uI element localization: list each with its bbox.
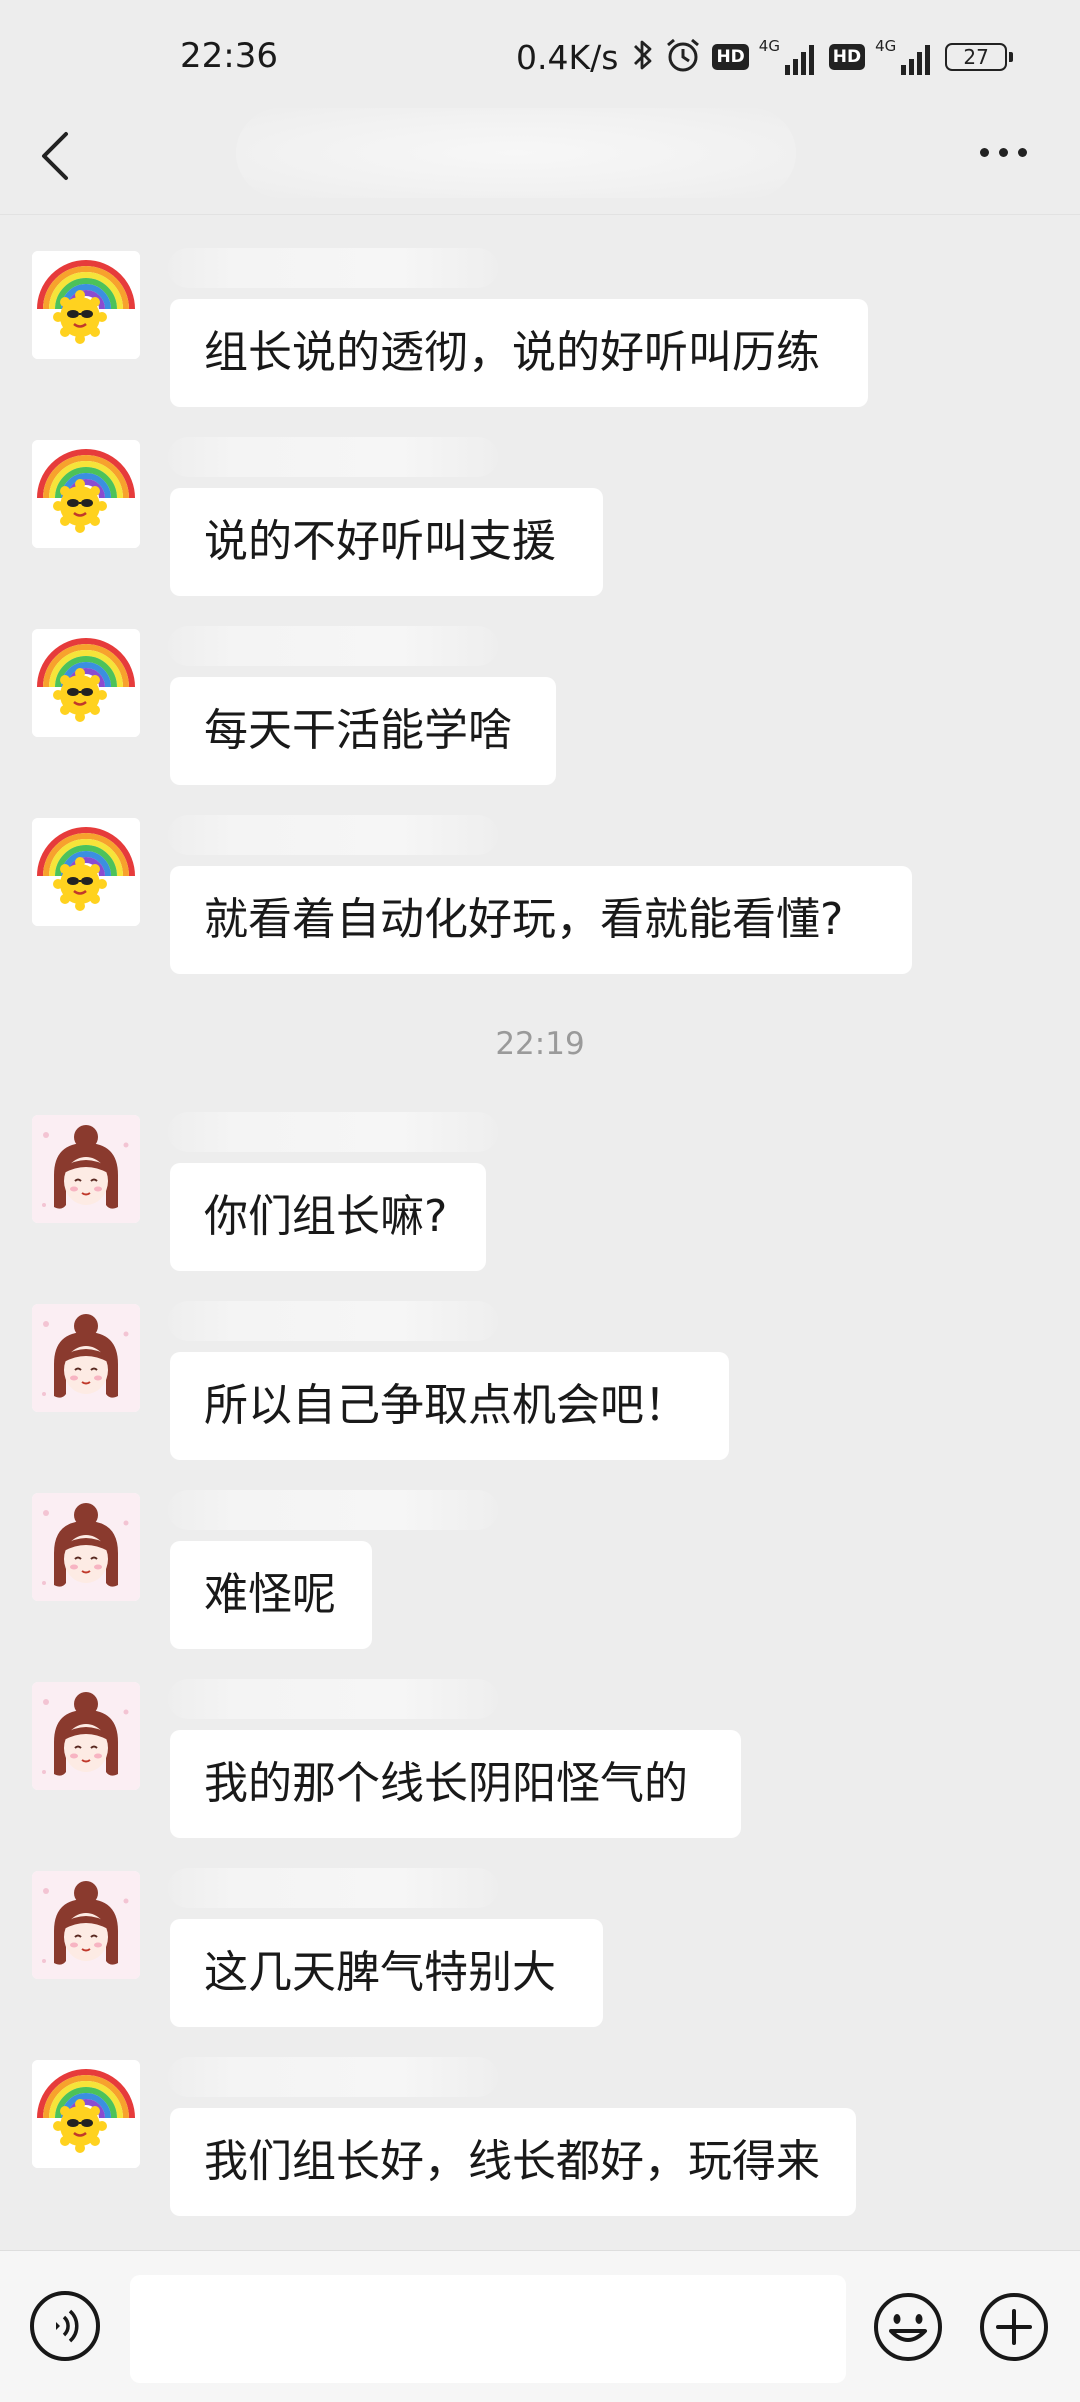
girl-avatar[interactable] <box>32 1682 140 1790</box>
sun-rainbow-avatar[interactable] <box>32 629 140 737</box>
sun-rainbow-avatar[interactable] <box>32 251 140 359</box>
sun-rainbow-avatar[interactable] <box>32 2060 140 2168</box>
sender-name <box>168 1490 498 1530</box>
sender-name <box>168 1301 498 1341</box>
girl-avatar[interactable] <box>32 1871 140 1979</box>
sender-name <box>168 1868 498 1908</box>
battery-level: 27 <box>963 45 989 69</box>
message-bubble[interactable]: 就看着自动化好玩，看就能看懂? <box>170 866 912 974</box>
plus-icon <box>980 2293 1048 2361</box>
girl-avatar[interactable] <box>32 1115 140 1223</box>
emoji-button[interactable] <box>872 2291 944 2363</box>
sun-rainbow-avatar[interactable] <box>32 440 140 548</box>
emoji-icon <box>874 2293 942 2361</box>
hd-badge-2: HD <box>828 44 866 70</box>
input-bar <box>0 2250 1080 2402</box>
message-bubble[interactable]: 我们组长好，线长都好，玩得来 <box>170 2108 856 2216</box>
message-bubble[interactable]: 这几天脾气特别大 <box>170 1919 603 2027</box>
bluetooth-icon <box>632 37 654 77</box>
timestamp: 22:19 <box>495 1026 585 1062</box>
chat-header <box>0 100 1080 212</box>
chevron-left-icon <box>42 132 68 180</box>
message-bubble[interactable]: 每天干活能学啥 <box>170 677 556 785</box>
alarm-icon <box>664 36 702 78</box>
message-bubble[interactable]: 所以自己争取点机会吧！ <box>170 1352 729 1460</box>
girl-avatar[interactable] <box>32 1493 140 1601</box>
message-bubble[interactable]: 我的那个线长阴阳怪气的 <box>170 1730 741 1838</box>
girl-avatar[interactable] <box>32 1304 140 1412</box>
status-time: 22:36 <box>180 36 278 76</box>
sender-name <box>168 626 498 666</box>
sender-name <box>168 1679 498 1719</box>
sender-name <box>168 2057 498 2097</box>
message-bubble[interactable]: 说的不好听叫支援 <box>170 488 603 596</box>
voice-icon <box>56 2309 79 2343</box>
more-button[interactable] <box>975 142 1035 172</box>
signal-4g-icon-2: 4G <box>875 37 935 77</box>
more-horizontal-icon <box>975 142 1032 161</box>
sun-rainbow-avatar[interactable] <box>32 818 140 926</box>
network-speed: 0.4K/s <box>516 37 619 77</box>
battery-icon: 27 <box>945 43 1014 71</box>
message-bubble[interactable]: 难怪呢 <box>170 1541 372 1649</box>
back-button[interactable] <box>36 126 76 186</box>
sender-name <box>168 815 498 855</box>
voice-button[interactable] <box>30 2291 100 2361</box>
sender-name <box>168 1112 498 1152</box>
message-bubble[interactable]: 组长说的透彻，说的好听叫历练 <box>170 299 868 407</box>
plus-button[interactable] <box>978 2291 1050 2363</box>
signal-4g-icon: 4G <box>759 37 819 77</box>
header-divider <box>0 214 1080 215</box>
sender-name <box>168 248 498 288</box>
message-bubble[interactable]: 你们组长嘛? <box>170 1163 486 1271</box>
hd-badge: HD <box>712 44 749 70</box>
message-input[interactable] <box>130 2275 846 2383</box>
status-icons: 0.4K/s HD 4G HD 4G 27 <box>516 34 1014 80</box>
title-blur <box>236 108 796 198</box>
sender-name <box>168 437 498 477</box>
